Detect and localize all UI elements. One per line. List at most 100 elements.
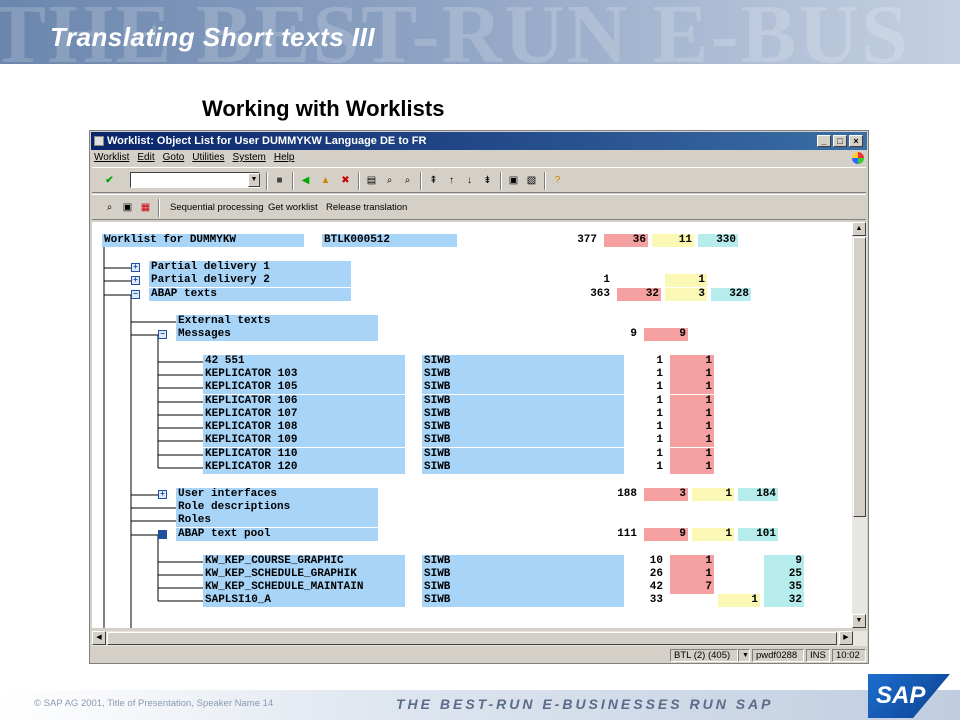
node-name[interactable]: ABAP text pool — [176, 528, 378, 541]
standard-toolbar: ✔ ▼ ■ ◀ ▲ ✖ ▤ ⌕ ⌕ ⇞ ↑ ↓ ⇟ ▣ ▧ ? — [92, 167, 866, 193]
scroll-down-icon[interactable]: ▼ — [852, 614, 866, 628]
node-name[interactable]: KEPLICATOR 109 — [203, 434, 405, 447]
menu-utilities[interactable]: Utilities — [192, 150, 224, 166]
folder-open-icon[interactable] — [158, 530, 167, 539]
expand-node-icon[interactable]: + — [158, 490, 167, 499]
node-name[interactable]: KEPLICATOR 120 — [203, 461, 405, 474]
row-messages[interactable]: Messages 9 9 − — [92, 328, 852, 341]
save-icon[interactable]: ■ — [272, 173, 287, 188]
node-name[interactable]: 42 551 — [203, 355, 405, 368]
row-42-551[interactable]: 42 551 SIWB 1 1 — [92, 355, 852, 368]
new-session-icon[interactable]: ▣ — [506, 173, 521, 188]
command-field[interactable] — [130, 172, 260, 188]
row-user-interfaces[interactable]: User interfaces 188 3 1 184 + — [92, 488, 852, 501]
node-name[interactable]: Partial delivery 1 — [149, 261, 351, 274]
row-abap-texts[interactable]: ABAP texts 363 32 3 328 − — [92, 288, 852, 301]
node-name[interactable]: KEPLICATOR 106 — [203, 395, 405, 408]
node-name[interactable]: Partial delivery 2 — [149, 274, 351, 287]
find-next-icon[interactable]: ⌕ — [400, 173, 415, 188]
folder-open-icon[interactable]: − — [158, 330, 167, 339]
node-name[interactable]: External texts — [176, 315, 378, 328]
maximize-button[interactable]: □ — [833, 135, 847, 147]
vertical-scrollbar[interactable]: ▲ ▼ — [852, 222, 867, 628]
status-dropdown-icon[interactable]: ▼ — [738, 649, 750, 662]
row-external-texts[interactable]: External texts — [92, 315, 852, 328]
get-worklist-button[interactable]: Get worklist — [268, 201, 318, 215]
node-name[interactable]: Messages — [176, 328, 378, 341]
node-name[interactable]: KEPLICATOR 108 — [203, 421, 405, 434]
row-keplicator-105[interactable]: KEPLICATOR 105 SIWB 1 1 — [92, 381, 852, 394]
count-translated: 32 — [764, 594, 804, 607]
collapse-icon[interactable]: ▦ — [138, 200, 153, 215]
row-keplicator-107[interactable]: KEPLICATOR 107 SIWB 1 1 — [92, 408, 852, 421]
node-name[interactable]: KEPLICATOR 110 — [203, 448, 405, 461]
sap-window: Worklist: Object List for User DUMMYKW L… — [89, 130, 869, 664]
row-kw-kep-course-graphic[interactable]: KW_KEP_COURSE_GRAPHIC SIWB 10 1 9 — [92, 555, 852, 568]
node-name[interactable]: User interfaces — [176, 488, 378, 501]
expand-node-icon[interactable]: + — [131, 276, 140, 285]
find-icon[interactable]: ⌕ — [382, 173, 397, 188]
row-roles[interactable]: Roles — [92, 514, 852, 527]
next-page-icon[interactable]: ↓ — [462, 173, 477, 188]
scroll-right-icon[interactable]: ▶ — [839, 631, 853, 645]
node-name[interactable]: KW_KEP_SCHEDULE_GRAPHIK — [203, 568, 405, 581]
vertical-scroll-thumb[interactable] — [853, 237, 866, 517]
first-page-icon[interactable]: ⇞ — [426, 173, 441, 188]
node-name[interactable]: KW_KEP_COURSE_GRAPHIC — [203, 555, 405, 568]
horizontal-scroll-thumb[interactable] — [107, 632, 837, 645]
menu-system[interactable]: System — [233, 150, 266, 166]
shortcut-icon[interactable]: ▧ — [524, 173, 539, 188]
row-partial-delivery-2[interactable]: Partial delivery 2 1 1 + — [92, 274, 852, 287]
close-button[interactable]: × — [849, 135, 863, 147]
node-name[interactable]: KW_KEP_SCHEDULE_MAINTAIN — [203, 581, 405, 594]
node-name[interactable]: Roles — [176, 514, 378, 527]
menu-worklist[interactable]: Worklist — [94, 150, 129, 166]
row-keplicator-108[interactable]: KEPLICATOR 108 SIWB 1 1 — [92, 421, 852, 434]
row-keplicator-109[interactable]: KEPLICATOR 109 SIWB 1 1 — [92, 434, 852, 447]
row-saplsi10-a[interactable]: SAPLSI10_A SIWB 33 1 32 — [92, 594, 852, 607]
cancel-icon[interactable]: ✖ — [338, 173, 353, 188]
command-dropdown-icon[interactable]: ▼ — [248, 173, 260, 187]
row-role-descriptions[interactable]: Role descriptions — [92, 501, 852, 514]
row-worklist-root[interactable]: Worklist for DUMMYKW BTLK000512 377 36 11 330 — [92, 234, 852, 247]
count-total: 33 — [649, 594, 663, 606]
minimize-button[interactable]: _ — [817, 135, 831, 147]
status-system[interactable]: BTL (2) (405) — [670, 649, 738, 662]
count-total: 42 — [649, 581, 663, 593]
menu-goto[interactable]: Goto — [163, 150, 185, 166]
row-keplicator-106[interactable]: KEPLICATOR 106 SIWB 1 1 — [92, 395, 852, 408]
scroll-up-icon[interactable]: ▲ — [852, 222, 866, 236]
node-name[interactable]: KEPLICATOR 107 — [203, 408, 405, 421]
previous-page-icon[interactable]: ↑ — [444, 173, 459, 188]
folder-open-icon[interactable]: − — [131, 290, 140, 299]
expand-node-icon[interactable]: + — [131, 263, 140, 272]
row-partial-delivery-1[interactable]: Partial delivery 1 + — [92, 261, 852, 274]
row-keplicator-110[interactable]: KEPLICATOR 110 SIWB 1 1 — [92, 448, 852, 461]
horizontal-scrollbar[interactable]: ◀ ▶ — [92, 631, 867, 646]
print-icon[interactable]: ▤ — [364, 173, 379, 188]
enter-check-icon[interactable]: ✔ — [102, 173, 117, 188]
row-kw-kep-schedule-maintain[interactable]: KW_KEP_SCHEDULE_MAINTAIN SIWB 42 7 35 — [92, 581, 852, 594]
node-name[interactable]: Worklist for DUMMYKW — [102, 234, 304, 247]
row-keplicator-120[interactable]: KEPLICATOR 120 SIWB 1 1 — [92, 461, 852, 474]
help-icon[interactable]: ? — [550, 173, 565, 188]
display-icon[interactable]: ⌕ — [102, 200, 117, 215]
node-name[interactable]: ABAP texts — [149, 288, 351, 301]
back-icon[interactable]: ◀ — [298, 173, 313, 188]
node-name[interactable]: Role descriptions — [176, 501, 378, 514]
last-page-icon[interactable]: ⇟ — [480, 173, 495, 188]
sequential-processing-button[interactable]: Sequential processing — [170, 201, 263, 215]
scroll-left-icon[interactable]: ◀ — [92, 631, 106, 645]
row-keplicator-103[interactable]: KEPLICATOR 103 SIWB 1 1 — [92, 368, 852, 381]
release-translation-button[interactable]: Release translation — [326, 201, 407, 215]
expand-icon[interactable]: ▣ — [120, 200, 135, 215]
row-abap-text-pool[interactable]: ABAP text pool 111 9 1 101 — [92, 528, 852, 541]
sap-status-ball-icon[interactable] — [852, 152, 864, 164]
menu-edit[interactable]: Edit — [137, 150, 154, 166]
row-kw-kep-schedule-graphik[interactable]: KW_KEP_SCHEDULE_GRAPHIK SIWB 26 1 25 — [92, 568, 852, 581]
node-name[interactable]: KEPLICATOR 103 — [203, 368, 405, 381]
menu-help[interactable]: Help — [274, 150, 295, 166]
exit-icon[interactable]: ▲ — [318, 173, 333, 188]
node-name[interactable]: KEPLICATOR 105 — [203, 381, 405, 394]
node-name[interactable]: SAPLSI10_A — [203, 594, 405, 607]
